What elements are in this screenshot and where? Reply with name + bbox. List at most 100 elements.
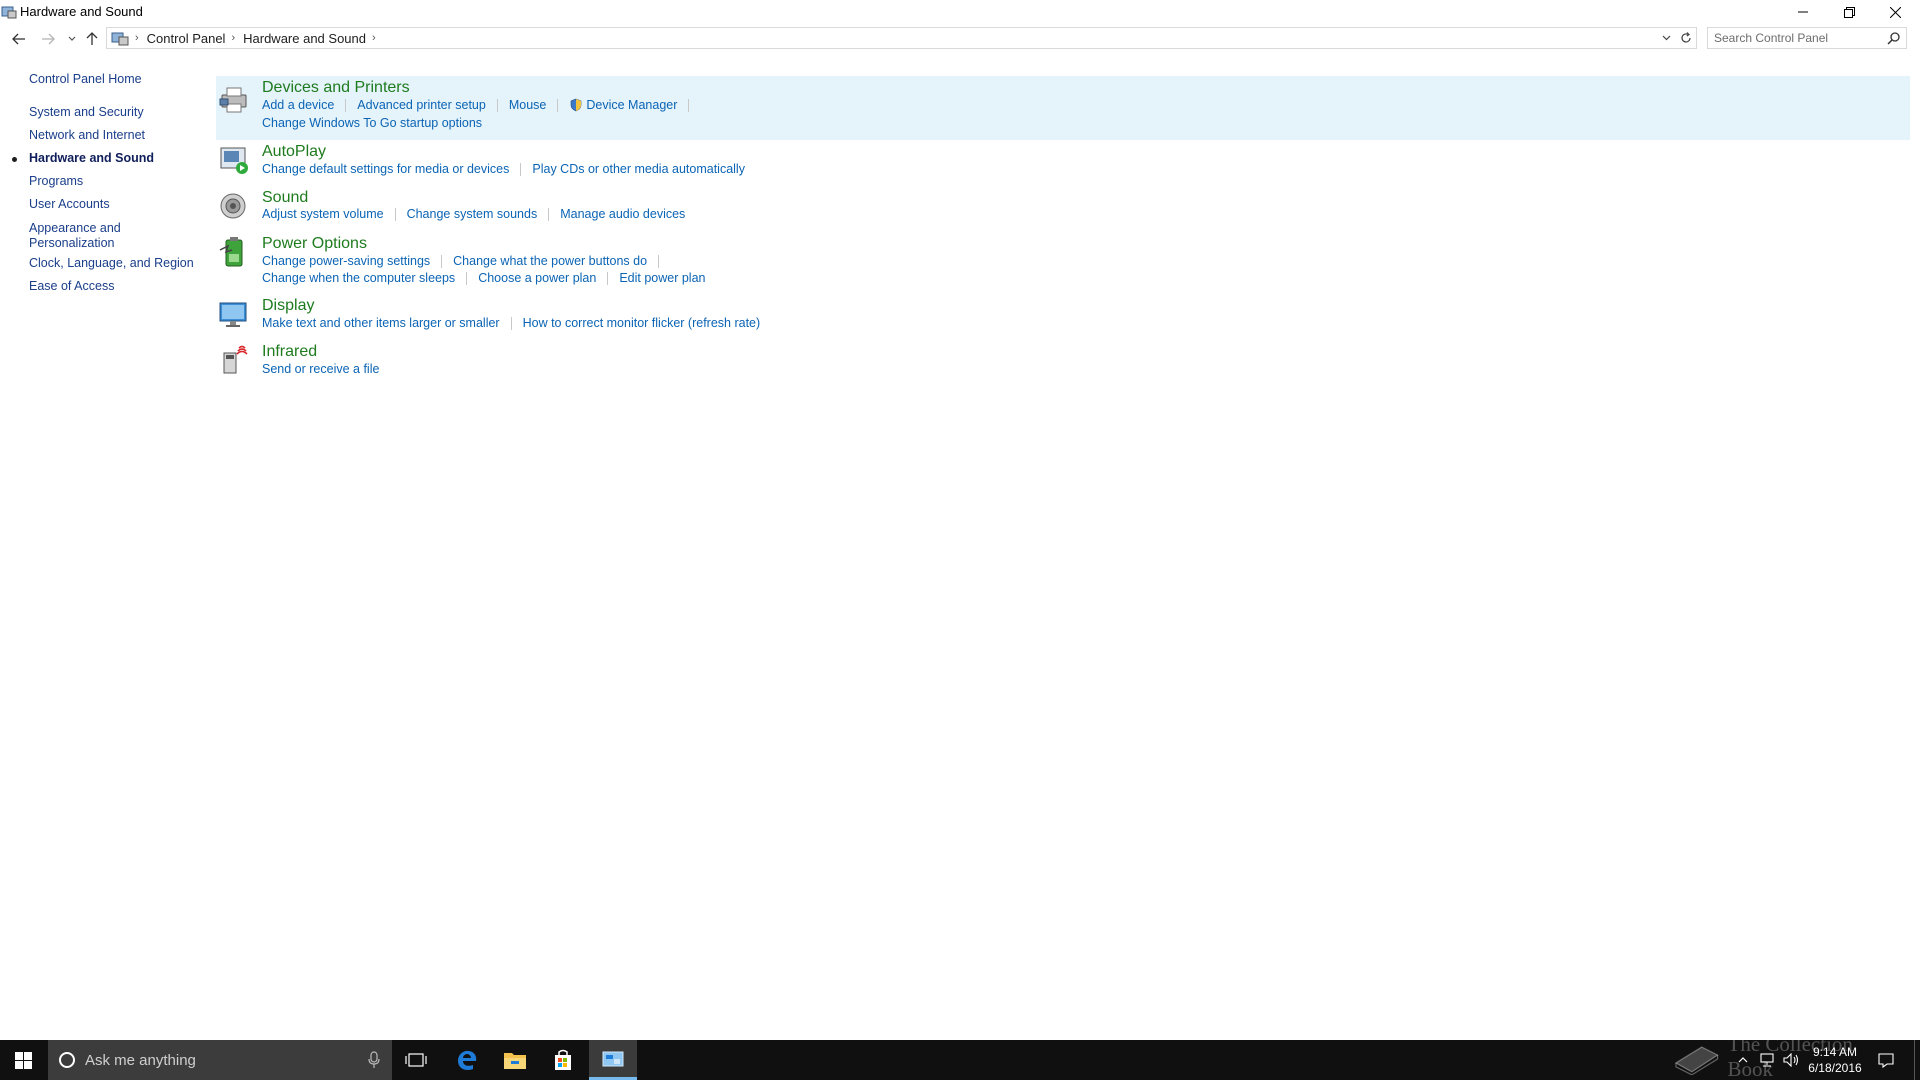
link-divider	[548, 207, 550, 221]
volume-icon	[1783, 1053, 1799, 1067]
category-title[interactable]: Infrared	[262, 343, 317, 361]
link-row: Adjust system volume Change system sound…	[262, 207, 685, 221]
network-tray-button[interactable]	[1755, 1040, 1779, 1080]
search-icon[interactable]	[1887, 31, 1901, 45]
link-choose-power-plan[interactable]: Choose a power plan	[478, 271, 596, 285]
task-view-button[interactable]	[392, 1040, 440, 1080]
clock[interactable]: 9:14 AM 6/18/2016	[1805, 1044, 1865, 1076]
link-divider	[441, 254, 443, 268]
address-dropdown-button[interactable]	[1656, 28, 1676, 48]
start-button[interactable]	[0, 1040, 47, 1080]
up-button[interactable]	[82, 29, 102, 49]
volume-tray-button[interactable]	[1780, 1040, 1804, 1080]
nav-programs[interactable]: Programs	[29, 174, 204, 189]
category-title[interactable]: AutoPlay	[262, 143, 326, 161]
arrow-up-icon	[86, 32, 98, 45]
restore-button[interactable]	[1826, 0, 1872, 24]
folder-icon	[504, 1053, 526, 1069]
nav-ease-of-access[interactable]: Ease of Access	[29, 279, 204, 294]
control-panel-icon	[1, 6, 17, 19]
printer-icon	[219, 87, 247, 113]
category-title[interactable]: Power Options	[262, 235, 367, 253]
nav-appearance-and-personalization[interactable]: Appearance and Personalization	[29, 221, 129, 251]
link-manage-audio-devices[interactable]: Manage audio devices	[560, 207, 685, 221]
nav-clock-language-region[interactable]: Clock, Language, and Region	[29, 256, 204, 271]
taskbar-edge[interactable]	[443, 1040, 491, 1080]
link-row: Add a device Advanced printer setup Mous…	[262, 98, 700, 112]
link-row: Change default settings for media or dev…	[262, 162, 745, 176]
link-divider	[520, 162, 522, 176]
refresh-button[interactable]	[1676, 28, 1696, 48]
link-text-larger-smaller[interactable]: Make text and other items larger or smal…	[262, 316, 500, 330]
category-title[interactable]: Display	[262, 297, 314, 315]
arrow-left-icon	[12, 33, 25, 45]
window-title: Hardware and Sound	[20, 4, 143, 19]
chevron-right-icon[interactable]: ›	[372, 32, 376, 44]
shield-icon	[571, 98, 582, 112]
link-play-cds-automatically[interactable]: Play CDs or other media automatically	[532, 162, 745, 176]
edge-browser-icon	[458, 1050, 477, 1071]
breadcrumb-hardware-and-sound[interactable]: Hardware and Sound	[243, 31, 366, 46]
taskbar-control-panel[interactable]	[589, 1040, 637, 1080]
action-center-button[interactable]	[1871, 1040, 1901, 1080]
link-row: Change when the computer sleeps Choose a…	[262, 271, 706, 285]
category-power-options: Power Options Change power-saving settin…	[216, 233, 1910, 295]
link-mouse[interactable]: Mouse	[509, 98, 547, 112]
nav-network-and-internet[interactable]: Network and Internet	[29, 128, 204, 143]
link-divider	[658, 254, 660, 268]
link-adjust-volume[interactable]: Adjust system volume	[262, 207, 384, 221]
link-device-manager[interactable]: Device Manager	[586, 98, 677, 112]
link-divider	[607, 271, 609, 285]
minimize-button[interactable]	[1780, 0, 1826, 24]
link-divider	[557, 98, 559, 112]
close-icon	[1889, 6, 1901, 18]
back-button[interactable]	[9, 29, 29, 49]
control-panel-icon	[111, 32, 129, 46]
nav-hardware-and-sound[interactable]: Hardware and Sound	[29, 151, 204, 166]
store-bag-icon	[555, 1049, 571, 1070]
taskbar: Ask me anything 9:14 AM 6/18/2016	[0, 1040, 1920, 1080]
link-edit-power-plan[interactable]: Edit power plan	[619, 271, 705, 285]
speaker-icon	[220, 193, 246, 219]
show-desktop-button[interactable]	[1914, 1040, 1920, 1080]
nav-user-accounts[interactable]: User Accounts	[29, 197, 204, 212]
chevron-up-icon	[1738, 1057, 1748, 1063]
show-hidden-icons-button[interactable]	[1733, 1040, 1753, 1080]
navigation-bar: › Control Panel › Hardware and Sound ›	[0, 26, 1920, 52]
link-power-buttons[interactable]: Change what the power buttons do	[453, 254, 647, 268]
control-panel-icon	[602, 1051, 624, 1066]
address-bar[interactable]: › Control Panel › Hardware and Sound ›	[106, 27, 1697, 49]
category-devices-and-printers: Devices and Printers Add a device Advanc…	[216, 76, 1910, 140]
nav-system-and-security[interactable]: System and Security	[29, 105, 204, 120]
category-title[interactable]: Devices and Printers	[262, 79, 410, 97]
link-computer-sleeps[interactable]: Change when the computer sleeps	[262, 271, 455, 285]
microphone-icon[interactable]	[368, 1051, 380, 1069]
link-divider	[496, 98, 498, 112]
forward-button[interactable]	[38, 29, 58, 49]
breadcrumb-control-panel[interactable]: Control Panel	[147, 31, 226, 46]
link-power-saving-settings[interactable]: Change power-saving settings	[262, 254, 430, 268]
chevron-down-icon	[1662, 35, 1670, 41]
link-divider	[394, 207, 396, 221]
chevron-right-icon[interactable]: ›	[231, 32, 235, 44]
taskbar-store[interactable]	[539, 1040, 587, 1080]
address-controls	[1656, 28, 1696, 48]
search-input[interactable]	[1714, 31, 1884, 45]
recent-locations-button[interactable]	[62, 29, 82, 49]
link-change-system-sounds[interactable]: Change system sounds	[407, 207, 538, 221]
category-title[interactable]: Sound	[262, 189, 308, 207]
link-autoplay-defaults[interactable]: Change default settings for media or dev…	[262, 162, 509, 176]
link-send-receive-file[interactable]: Send or receive a file	[262, 362, 379, 376]
refresh-icon	[1681, 32, 1691, 43]
nav-control-panel-home[interactable]: Control Panel Home	[29, 72, 204, 87]
category-display: Display Make text and other items larger…	[216, 297, 1910, 341]
link-advanced-printer-setup[interactable]: Advanced printer setup	[357, 98, 486, 112]
link-monitor-flicker[interactable]: How to correct monitor flicker (refresh …	[523, 316, 761, 330]
cortana-search-box[interactable]: Ask me anything	[48, 1040, 392, 1080]
close-button[interactable]	[1872, 0, 1918, 24]
minimize-icon	[1798, 11, 1808, 13]
link-add-a-device[interactable]: Add a device	[262, 98, 334, 112]
link-windows-to-go[interactable]: Change Windows To Go startup options	[262, 116, 482, 130]
taskbar-file-explorer[interactable]	[491, 1040, 539, 1080]
link-row: Change power-saving settings Change what…	[262, 254, 670, 268]
